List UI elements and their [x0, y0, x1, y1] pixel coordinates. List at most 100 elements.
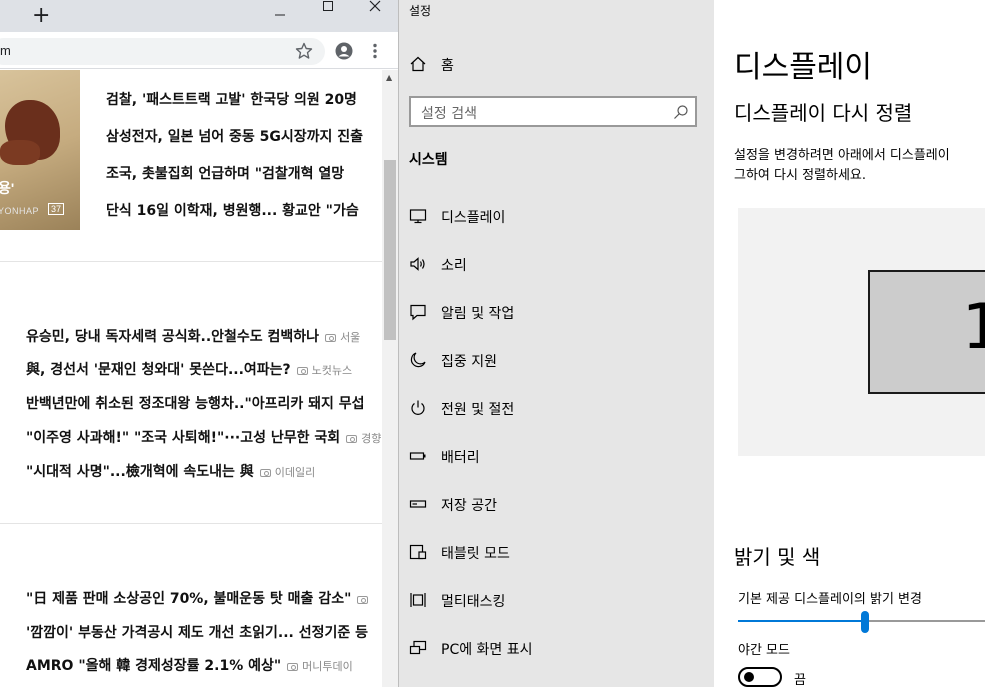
maximize-icon[interactable]	[322, 0, 334, 12]
display-number: 1	[962, 290, 985, 363]
nav-section-heading: 시스템	[409, 152, 448, 168]
camera-icon	[325, 334, 337, 342]
headline-link[interactable]: "日 제품 판매 소상공인 70%, 불매운동 탓 매출 감소"	[26, 590, 369, 608]
bookmark-star-icon[interactable]	[295, 42, 313, 60]
multitasking-icon	[410, 593, 426, 607]
headline-title: "日 제품 판매 소상공인 70%, 불매운동 탓 매출 감소"	[26, 591, 352, 607]
headline-source: 이데일리	[274, 466, 316, 479]
web-page: 용' YONHAP 37 검찰, '패스트트랙 고발' 한국당 의원 20명 삼…	[0, 70, 382, 687]
new-tab-button[interactable]: +	[32, 5, 50, 27]
address-bar-url[interactable]: m	[0, 43, 11, 58]
brightness-slider-thumb[interactable]	[861, 611, 870, 633]
headline-title: "시대적 사명"...檢개혁에 속도내는 與	[26, 464, 254, 480]
nav-home-label: 홈	[441, 58, 454, 74]
nav-item-sound[interactable]: 소리	[399, 244, 715, 284]
headline-link[interactable]: 검찰, '패스트트랙 고발' 한국당 의원 20명	[106, 91, 357, 109]
close-icon[interactable]	[369, 0, 381, 12]
nav-item-label: 멀티태스킹	[441, 594, 506, 610]
browser-toolbar: m	[0, 32, 398, 69]
nav-item-storage[interactable]: 저장 공간	[399, 484, 715, 524]
headline-source: 머니투데이	[302, 660, 353, 673]
nav-item-label: 저장 공간	[441, 498, 497, 514]
nav-item-notifications[interactable]: 알림 및 작업	[399, 292, 715, 332]
headline-link[interactable]: '깜깜이' 부동산 가격공시 제도 개선 초읽기... 선정기준 등	[26, 624, 368, 642]
headline-title: "이주영 사과해!" "조국 사퇴해!"···고성 난무한 국회	[26, 430, 341, 446]
section-divider	[0, 523, 382, 524]
headline-link[interactable]: AMRO "올해 韓 경제성장률 2.1% 예상" 머니투데이	[26, 657, 353, 676]
camera-icon	[296, 367, 308, 375]
photo-count-badge: 37	[48, 203, 65, 215]
headline-link[interactable]: 조국, 촛불집회 언급하며 "검찰개혁 열망	[106, 165, 344, 183]
display-arrangement-area: 1	[738, 208, 985, 456]
speaker-icon	[410, 257, 425, 271]
night-light-label: 야간 모드	[738, 643, 790, 658]
camera-icon	[357, 596, 369, 604]
menu-kebab-icon[interactable]	[371, 43, 379, 59]
nav-item-label: PC에 화면 표시	[441, 642, 533, 658]
camera-icon	[287, 663, 299, 671]
news-photo[interactable]: 용' YONHAP 37	[0, 70, 80, 230]
toggle-knob	[744, 672, 754, 682]
display-1-tile[interactable]: 1	[868, 270, 985, 394]
photo-caption: 용'	[0, 180, 15, 196]
headline-link[interactable]: "시대적 사명"...檢개혁에 속도내는 與 이데일리	[26, 463, 315, 482]
headline-source: 경향	[361, 432, 382, 445]
settings-nav-pane: 설정 홈 설정 검색 시스템 디스플레이 소리 알림 및 작업 집중 지원 전원…	[398, 0, 714, 687]
minimize-icon[interactable]	[274, 9, 286, 21]
headline-link[interactable]: 단식 16일 이학재, 병원행... 황교안 "가슴	[106, 202, 359, 220]
nav-item-label: 배터리	[441, 450, 480, 466]
headline-link[interactable]: 삼성전자, 일본 넘어 중동 5G시장까지 진출	[106, 128, 363, 146]
tablet-icon	[409, 544, 427, 560]
section-divider	[0, 261, 382, 262]
brightness-slider-label: 기본 제공 디스플레이의 밝기 변경	[738, 592, 922, 607]
search-icon[interactable]	[673, 104, 689, 120]
headline-link[interactable]: "이주영 사과해!" "조국 사퇴해!"···고성 난무한 국회 경향	[26, 429, 381, 448]
rearrange-description: 설정을 변경하려면 아래에서 디스플레이 그하여 다시 정렬하세요.	[734, 146, 985, 186]
brightness-slider-fill	[738, 620, 866, 622]
night-light-state: 끔	[794, 673, 806, 687]
storage-icon	[409, 500, 427, 508]
nav-item-label: 집중 지원	[441, 354, 497, 370]
nav-home[interactable]: 홈	[399, 44, 715, 84]
rearrange-description-line: 그하여 다시 정렬하세요.	[734, 168, 866, 183]
nav-item-project-to-pc[interactable]: PC에 화면 표시	[399, 628, 715, 668]
headline-source: 노컷뉴스	[311, 364, 353, 377]
settings-content-pane: 디스플레이 디스플레이 다시 정렬 설정을 변경하려면 아래에서 디스플레이 그…	[714, 0, 985, 687]
home-icon	[410, 56, 426, 72]
nav-item-label: 알림 및 작업	[441, 306, 515, 322]
project-icon	[409, 640, 427, 655]
settings-search-box[interactable]: 설정 검색	[409, 96, 697, 127]
brightness-color-heading: 밝기 및 색	[734, 545, 821, 569]
nav-item-focus-assist[interactable]: 집중 지원	[399, 340, 715, 380]
headline-title: 與, 경선서 '문재인 청와대' 못쓴다...여파는?	[26, 362, 291, 378]
headline-title: 반백년만에 취소된 정조대왕 능행차.."아프리카 돼지 무섭	[26, 396, 365, 412]
night-light-toggle[interactable]	[738, 667, 782, 687]
headline-link[interactable]: 與, 경선서 '문재인 청와대' 못쓴다...여파는? 노컷뉴스	[26, 361, 352, 380]
nav-item-power-sleep[interactable]: 전원 및 절전	[399, 388, 715, 428]
monitor-icon	[409, 209, 427, 224]
camera-icon	[346, 435, 358, 443]
address-bar[interactable]: m	[0, 38, 325, 65]
headline-title: AMRO "올해 韓 경제성장률 2.1% 예상"	[26, 658, 282, 674]
page-title: 디스플레이	[734, 50, 872, 85]
camera-icon	[259, 469, 271, 477]
nav-item-battery[interactable]: 배터리	[399, 436, 715, 476]
scroll-up-arrow-icon[interactable]: ▲	[386, 74, 392, 82]
profile-avatar-icon[interactable]	[335, 42, 353, 60]
settings-search-input[interactable]: 설정 검색	[421, 103, 477, 123]
nav-item-label: 태블릿 모드	[441, 546, 510, 562]
nav-item-label: 전원 및 절전	[441, 402, 515, 418]
nav-item-multitasking[interactable]: 멀티태스킹	[399, 580, 715, 620]
nav-item-display[interactable]: 디스플레이	[399, 196, 715, 236]
power-icon	[411, 400, 425, 415]
photo-credit: YONHAP	[0, 206, 40, 216]
battery-icon	[409, 452, 426, 460]
headline-link[interactable]: 유승민, 당내 독자세력 공식화..안철수도 컴백하나 서울	[26, 328, 360, 347]
headline-source: 서울	[340, 331, 361, 344]
scrollbar-thumb[interactable]	[384, 160, 396, 340]
nav-item-tablet-mode[interactable]: 태블릿 모드	[399, 532, 715, 572]
browser-window: + m 용' YONHAP 37 검찰, '패스트트랙 고발' 한국당 의원 2…	[0, 0, 398, 687]
rearrange-displays-heading: 디스플레이 다시 정렬	[734, 101, 913, 125]
headline-link[interactable]: 반백년만에 취소된 정조대왕 능행차.."아프리카 돼지 무섭	[26, 395, 365, 413]
nav-item-label: 소리	[441, 258, 467, 274]
